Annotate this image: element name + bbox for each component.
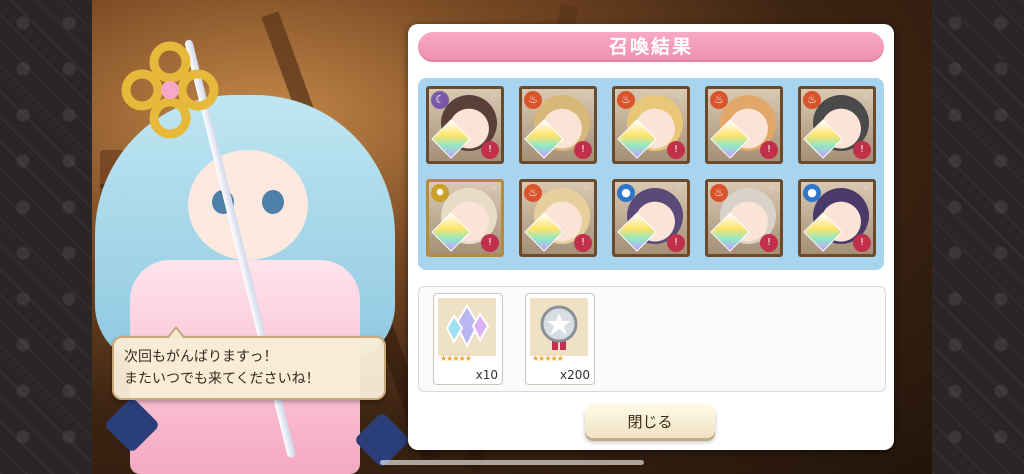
left-pattern-border — [0, 0, 92, 474]
role-icon: ! — [760, 141, 778, 159]
magnify-icon: ⌕ — [863, 184, 869, 194]
home-indicator[interactable] — [380, 460, 644, 465]
moon-element-icon: ☾ — [431, 91, 449, 109]
magnify-icon: ⌕ — [677, 184, 683, 194]
summon-result-card[interactable]: ♨ ⌕! — [519, 179, 597, 257]
right-pattern-border — [932, 0, 1024, 474]
magnify-icon: ⌕ — [584, 91, 590, 101]
character-face — [188, 150, 308, 260]
rarity-stars: ★★★★★ — [532, 354, 564, 363]
summon-result-card[interactable]: ♨ ⌕! — [612, 86, 690, 164]
speech-line-2: またいつでも来てくださいね！ — [124, 371, 320, 387]
summon-result-panel: 召喚結果 ☾ ⌕! ♨ ⌕! ♨ ⌕! ♨ ⌕! ♨ ⌕! ✹ ⌕! ♨ ⌕! ● ⌕! ♨ ⌕! ● ⌕! ★★★★… — [408, 24, 894, 450]
fire-element-icon: ♨ — [617, 91, 635, 109]
character-illustration — [92, 0, 422, 474]
close-button[interactable]: 閉じる — [585, 404, 715, 438]
character-eye — [262, 190, 284, 214]
item-count: x200 — [559, 368, 590, 382]
magnify-icon: ⌕ — [491, 91, 497, 101]
item-rewards: ★★★★★ x10 ★★★★★ x200 — [418, 286, 886, 392]
summon-result-card[interactable]: ♨ ⌕! — [705, 86, 783, 164]
summon-result-card[interactable]: ♨ ⌕! — [798, 86, 876, 164]
role-icon: ! — [853, 234, 871, 252]
role-icon: ! — [574, 141, 592, 159]
summon-result-card[interactable]: ✹ ⌕! — [426, 179, 504, 257]
speech-bubble: 次回もがんばりますっ！ またいつでも来てくださいね！ — [112, 326, 386, 400]
medal-icon — [530, 298, 588, 356]
magnify-icon: ⌕ — [584, 184, 590, 194]
role-icon: ! — [481, 141, 499, 159]
magnify-icon: ⌕ — [491, 184, 497, 194]
fire-element-icon: ♨ — [524, 184, 542, 202]
summon-result-card[interactable]: ♨ ⌕! — [705, 179, 783, 257]
staff-flower-ornament — [121, 41, 219, 139]
water-element-icon: ● — [803, 184, 821, 202]
summon-result-card[interactable]: ♨ ⌕! — [519, 86, 597, 164]
role-icon: ! — [667, 141, 685, 159]
fire-element-icon: ♨ — [710, 91, 728, 109]
summon-result-grid: ☾ ⌕! ♨ ⌕! ♨ ⌕! ♨ ⌕! ♨ ⌕! ✹ ⌕! ♨ ⌕! ● ⌕! ♨ ⌕! ● ⌕! — [418, 78, 884, 270]
reward-item-medal[interactable]: ★★★★★ x200 — [525, 293, 595, 385]
summon-result-card[interactable]: ● ⌕! — [612, 179, 690, 257]
role-icon: ! — [853, 141, 871, 159]
role-icon: ! — [481, 234, 499, 252]
magnify-icon: ⌕ — [770, 91, 776, 101]
magnify-icon: ⌕ — [863, 91, 869, 101]
role-icon: ! — [574, 234, 592, 252]
reward-item-crystal[interactable]: ★★★★★ x10 — [433, 293, 503, 385]
fire-element-icon: ♨ — [524, 91, 542, 109]
fire-element-icon: ♨ — [803, 91, 821, 109]
magnify-icon: ⌕ — [770, 184, 776, 194]
panel-title: 召喚結果 — [418, 32, 884, 62]
speech-line-1: 次回もがんばりますっ！ — [124, 349, 278, 365]
magnify-icon: ⌕ — [677, 91, 683, 101]
crystal-icon — [438, 298, 496, 356]
rarity-stars: ★★★★★ — [440, 354, 472, 363]
role-icon: ! — [667, 234, 685, 252]
summon-result-card[interactable]: ● ⌕! — [798, 179, 876, 257]
role-icon: ! — [760, 234, 778, 252]
water-element-icon: ● — [617, 184, 635, 202]
item-count: x10 — [475, 368, 498, 382]
fire-element-icon: ♨ — [710, 184, 728, 202]
summon-result-card[interactable]: ☾ ⌕! — [426, 86, 504, 164]
sun-element-icon: ✹ — [431, 184, 449, 202]
